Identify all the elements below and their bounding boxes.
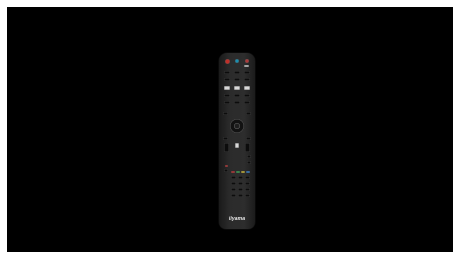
power-button[interactable] (225, 59, 230, 64)
pip-button[interactable] (234, 94, 240, 97)
next-button[interactable] (244, 78, 250, 81)
key-0[interactable] (238, 194, 243, 197)
aspect-button[interactable] (244, 94, 250, 97)
record-button[interactable] (225, 165, 228, 167)
id-button[interactable] (224, 169, 228, 172)
volume-rocker[interactable] (224, 143, 229, 152)
rewind-button[interactable] (224, 71, 230, 74)
forward-button[interactable] (244, 71, 250, 74)
settings-button[interactable] (244, 86, 250, 90)
channel-rocker[interactable] (245, 143, 250, 152)
yellow-key[interactable] (241, 171, 245, 173)
key-7[interactable] (231, 188, 236, 191)
back-button[interactable] (223, 112, 228, 115)
ok-button[interactable] (234, 123, 240, 129)
zoom-button[interactable] (247, 155, 251, 158)
play-button[interactable] (234, 71, 240, 74)
key-2[interactable] (238, 176, 243, 179)
key-enter[interactable] (245, 194, 250, 197)
sound-button[interactable] (244, 101, 250, 104)
source-button[interactable] (224, 94, 230, 97)
green-key[interactable] (236, 171, 240, 173)
blue-key[interactable] (246, 171, 250, 173)
key-9[interactable] (245, 188, 250, 191)
stop-button[interactable] (234, 78, 240, 81)
info-button[interactable] (244, 65, 249, 67)
exit-button[interactable] (246, 112, 251, 115)
key-dash[interactable] (231, 194, 236, 197)
navigation-pad[interactable] (230, 119, 244, 133)
picture-button[interactable] (234, 101, 240, 104)
key-8[interactable] (238, 188, 243, 191)
input-button[interactable] (235, 59, 239, 63)
red-key[interactable] (231, 171, 235, 173)
home-button[interactable] (234, 86, 240, 90)
black-background: iiyama (7, 7, 453, 252)
brand-logo: iiyama (228, 216, 246, 222)
guide-button[interactable] (223, 137, 228, 140)
key-4[interactable] (231, 182, 236, 185)
sleep-button[interactable] (247, 161, 251, 164)
mute-toggle-button[interactable] (235, 143, 239, 148)
menu-button[interactable] (224, 86, 230, 90)
key-6[interactable] (245, 182, 250, 185)
options-button[interactable] (246, 137, 251, 140)
prev-button[interactable] (224, 78, 230, 81)
remote-control: iiyama (219, 53, 255, 229)
key-3[interactable] (245, 176, 250, 179)
key-1[interactable] (231, 176, 236, 179)
freeze-button[interactable] (224, 101, 230, 104)
mute-button[interactable] (245, 59, 249, 63)
key-5[interactable] (238, 182, 243, 185)
